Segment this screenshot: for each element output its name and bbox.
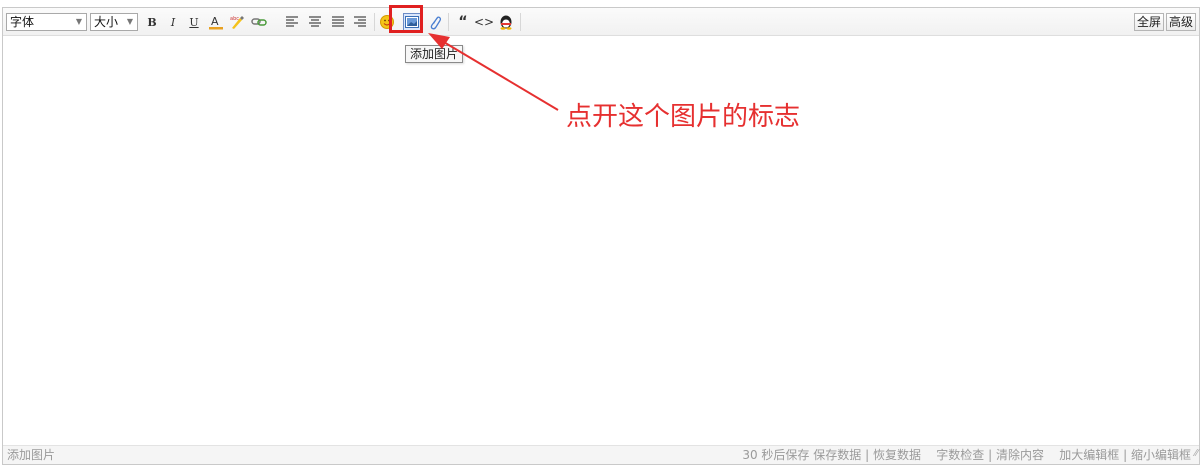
- font-family-value: 字体: [10, 15, 35, 29]
- editor-statusbar: 添加图片 30 秒后保存 保存数据 | 恢复数据 字数检查 | 清除内容 加大编…: [3, 445, 1199, 464]
- chevron-down-icon: ▼: [126, 17, 133, 26]
- quote-button[interactable]: “: [455, 14, 471, 30]
- shrink-editor-link[interactable]: 缩小编辑框: [1131, 448, 1191, 462]
- annotation-text: 点开这个图片的标志: [566, 102, 801, 132]
- clear-content-link[interactable]: 清除内容: [996, 448, 1044, 462]
- svg-text:A: A: [211, 15, 219, 28]
- advanced-button[interactable]: 高级: [1166, 13, 1197, 31]
- align-left-icon: [286, 16, 298, 27]
- qq-button[interactable]: [498, 14, 514, 30]
- svg-text:abc: abc: [230, 16, 239, 22]
- bold-button[interactable]: B: [144, 14, 160, 30]
- rich-text-editor: 字体 ▼ 大小 ▼ B I U A abc “ <> 全屏 高级 添加图片 30…: [2, 7, 1200, 465]
- underline-button[interactable]: U: [186, 14, 202, 30]
- toolbar-separator: [374, 13, 375, 31]
- font-color-icon: A: [209, 15, 223, 30]
- chevron-down-icon: ▼: [75, 17, 82, 26]
- font-color-button[interactable]: A: [208, 14, 224, 30]
- link-icon: [251, 18, 267, 26]
- attachment-button[interactable]: [427, 14, 443, 30]
- word-check-link[interactable]: 字数检查: [936, 448, 984, 462]
- link-divider: |: [988, 448, 993, 462]
- highlighter-icon: abc: [230, 16, 244, 29]
- image-tooltip: 添加图片: [405, 45, 464, 63]
- align-justify-icon: [332, 16, 344, 27]
- paperclip-icon: [430, 16, 442, 30]
- fullscreen-button[interactable]: 全屏: [1134, 13, 1165, 31]
- link-divider: |: [865, 448, 870, 462]
- align-center-icon: [309, 16, 321, 27]
- highlight-button[interactable]: abc: [229, 14, 245, 30]
- toolbar-separator: [448, 13, 449, 31]
- enlarge-editor-link[interactable]: 加大编辑框: [1059, 448, 1119, 462]
- code-button[interactable]: <>: [474, 14, 494, 30]
- status-hint: 添加图片: [7, 448, 56, 462]
- save-data-link[interactable]: 保存数据: [813, 448, 861, 462]
- font-size-select[interactable]: 大小 ▼: [90, 13, 138, 31]
- align-right-icon: [354, 16, 366, 27]
- align-left-button[interactable]: [284, 14, 300, 30]
- resize-grip-icon[interactable]: ⁄⁄: [1195, 445, 1198, 463]
- font-family-select[interactable]: 字体 ▼: [6, 13, 87, 31]
- italic-button[interactable]: I: [165, 14, 181, 30]
- highlight-box: [389, 5, 423, 33]
- qq-penguin-icon: [500, 15, 512, 30]
- align-justify-button[interactable]: [330, 14, 346, 30]
- align-right-button[interactable]: [352, 14, 368, 30]
- link-divider: |: [1123, 448, 1128, 462]
- editor-toolbar: 字体 ▼ 大小 ▼ B I U A abc “ <> 全屏 高级: [3, 8, 1199, 36]
- status-actions: 30 秒后保存 保存数据 | 恢复数据 字数检查 | 清除内容 加大编辑框 | …: [742, 446, 1191, 464]
- autosave-countdown: 30 秒后保存: [742, 448, 810, 462]
- align-center-button[interactable]: [307, 14, 323, 30]
- link-button[interactable]: [251, 14, 267, 30]
- toolbar-separator: [520, 13, 521, 31]
- font-size-value: 大小: [94, 15, 119, 29]
- restore-data-link[interactable]: 恢复数据: [873, 448, 921, 462]
